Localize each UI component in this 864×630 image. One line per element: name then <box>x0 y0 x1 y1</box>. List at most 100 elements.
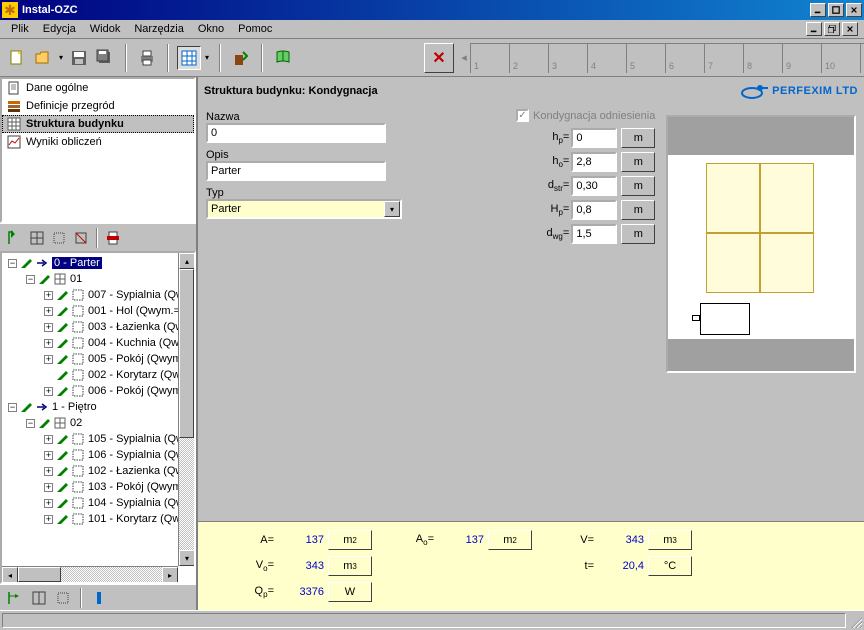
tree-expander[interactable]: − <box>8 259 17 268</box>
nav-wyniki[interactable]: Wyniki obliczeń <box>2 133 194 151</box>
tree-row[interactable]: +101 - Korytarz (Qw <box>2 511 194 527</box>
tree-btn-5[interactable] <box>102 227 124 249</box>
doc-tab-9[interactable]: 9 <box>782 43 822 73</box>
minimize-button[interactable] <box>810 3 826 17</box>
param-unit-button[interactable]: m <box>621 200 655 220</box>
mdi-minimize-button[interactable] <box>806 22 822 36</box>
tree-row[interactable]: −0 - Parter <box>2 255 194 271</box>
param-input-1[interactable] <box>571 152 617 172</box>
tree-expander[interactable]: + <box>44 387 53 396</box>
summary-t-unit[interactable]: °C <box>648 556 692 576</box>
tree-expander[interactable]: + <box>44 467 53 476</box>
param-input-2[interactable] <box>571 176 617 196</box>
tree-btn-2[interactable] <box>26 227 48 249</box>
resize-grip[interactable] <box>848 611 864 630</box>
view-dropdown[interactable]: ▾ <box>202 53 212 62</box>
lb-btn-3[interactable] <box>52 587 74 609</box>
lb-btn-2[interactable] <box>28 587 50 609</box>
menu-narzedzia[interactable]: Narzędzia <box>127 21 191 37</box>
h-scrollbar[interactable]: ◂ ▸ <box>2 566 178 582</box>
doc-tab-8[interactable]: 8 <box>743 43 783 73</box>
tree-btn-3[interactable] <box>48 227 70 249</box>
menu-edycja[interactable]: Edycja <box>36 21 83 37</box>
menu-plik[interactable]: Plik <box>4 21 36 37</box>
menu-okno[interactable]: Okno <box>191 21 231 37</box>
tree-row[interactable]: +106 - Sypialnia (Qw <box>2 447 194 463</box>
print-button[interactable] <box>135 46 159 70</box>
checkbox-icon[interactable]: ✓ <box>516 109 529 122</box>
doc-tab-4[interactable]: 4 <box>587 43 627 73</box>
open-button[interactable] <box>31 46 55 70</box>
tree-row[interactable]: −01 <box>2 271 194 287</box>
param-unit-button[interactable]: m <box>621 224 655 244</box>
summary-Vo-unit[interactable]: m3 <box>328 556 372 576</box>
tree-row[interactable]: +006 - Pokój (Qwym <box>2 383 194 399</box>
tree-expander[interactable]: + <box>44 307 53 316</box>
help-button[interactable] <box>271 46 295 70</box>
doc-tab-1[interactable]: 1 <box>470 43 510 73</box>
param-input-3[interactable] <box>571 200 617 220</box>
tree-row[interactable]: +003 - Łazienka (Qw <box>2 319 194 335</box>
new-button[interactable] <box>5 46 29 70</box>
doc-tab-5[interactable]: 5 <box>626 43 666 73</box>
doc-tab-2[interactable]: 2 <box>509 43 549 73</box>
scroll-right-button[interactable]: ▸ <box>162 567 178 583</box>
tree-row[interactable]: +104 - Sypialnia (Qw <box>2 495 194 511</box>
tree-expander[interactable]: + <box>44 515 53 524</box>
tree-expander[interactable]: + <box>44 499 53 508</box>
grid-view-button[interactable] <box>177 46 201 70</box>
tree-expander[interactable]: + <box>44 323 53 332</box>
param-input-4[interactable] <box>571 224 617 244</box>
save-button[interactable] <box>67 46 91 70</box>
doc-tab-11[interactable]: 11 <box>860 43 864 73</box>
scroll-left-button[interactable]: ◂ <box>2 567 18 583</box>
summary-Qp-unit[interactable]: W <box>328 582 372 602</box>
lb-btn-4[interactable] <box>88 587 110 609</box>
tree-row[interactable]: 002 - Korytarz (Qw <box>2 367 194 383</box>
param-unit-button[interactable]: m <box>621 176 655 196</box>
tree-row[interactable]: +007 - Sypialnia (Qw <box>2 287 194 303</box>
tree-expander[interactable]: + <box>44 339 53 348</box>
tree-expander[interactable]: + <box>44 483 53 492</box>
doc-tab-6[interactable]: 6 <box>665 43 705 73</box>
menu-pomoc[interactable]: Pomoc <box>231 21 279 37</box>
tree-row[interactable]: +102 - Łazienka (Qw <box>2 463 194 479</box>
nav-struktura[interactable]: Struktura budynku <box>2 115 194 133</box>
export-button[interactable] <box>229 46 253 70</box>
scroll-up-button[interactable]: ▴ <box>179 253 195 269</box>
tree-expander[interactable]: + <box>44 435 53 444</box>
tree-expander[interactable]: + <box>44 451 53 460</box>
summary-A-unit[interactable]: m2 <box>328 530 372 550</box>
tree-btn-1[interactable] <box>4 227 26 249</box>
tree-row[interactable]: +105 - Sypialnia (Qw <box>2 431 194 447</box>
lb-btn-1[interactable] <box>4 587 26 609</box>
tree-expander[interactable]: − <box>26 419 35 428</box>
nav-definicje[interactable]: Definicje przegród <box>2 97 194 115</box>
tree-row[interactable]: −1 - Piętro <box>2 399 194 415</box>
scroll-down-button[interactable]: ▾ <box>179 550 195 566</box>
combo-dropdown-button[interactable]: ▾ <box>384 201 400 217</box>
doc-tab-7[interactable]: 7 <box>704 43 744 73</box>
tree-row[interactable]: +004 - Kuchnia (Qw <box>2 335 194 351</box>
save-all-button[interactable] <box>93 46 117 70</box>
summary-V-unit[interactable]: m3 <box>648 530 692 550</box>
tree-row[interactable]: −02 <box>2 415 194 431</box>
close-button[interactable] <box>846 3 862 17</box>
tab-close-button[interactable]: ✕ <box>424 43 454 73</box>
tree-panel[interactable]: −0 - Parter−01+007 - Sypialnia (Qw+001 -… <box>0 251 196 584</box>
mdi-close-button[interactable] <box>842 22 858 36</box>
tree-expander[interactable]: − <box>8 403 17 412</box>
nav-dane-ogolne[interactable]: Dane ogólne <box>2 79 194 97</box>
summary-Ao-unit[interactable]: m2 <box>488 530 532 550</box>
tree-expander[interactable]: + <box>44 291 53 300</box>
param-input-0[interactable] <box>571 128 617 148</box>
tree-row[interactable]: +103 - Pokój (Qwym <box>2 479 194 495</box>
menu-widok[interactable]: Widok <box>83 21 128 37</box>
tree-expander[interactable]: − <box>26 275 35 284</box>
tree-row[interactable]: +001 - Hol (Qwym.= <box>2 303 194 319</box>
doc-tab-3[interactable]: 3 <box>548 43 588 73</box>
tree-row[interactable]: +005 - Pokój (Qwym <box>2 351 194 367</box>
tree-expander[interactable]: + <box>44 355 53 364</box>
v-scrollbar[interactable]: ▴ ▾ <box>178 253 194 566</box>
doc-tab-10[interactable]: 10 <box>821 43 861 73</box>
